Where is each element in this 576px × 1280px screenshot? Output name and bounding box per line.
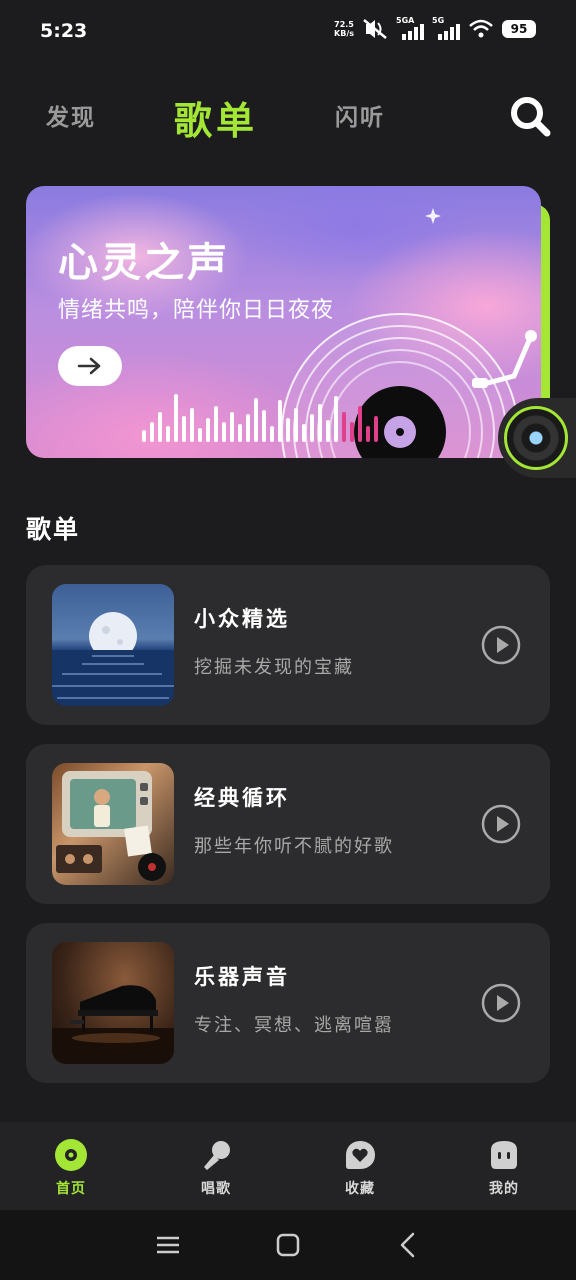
nav-item-home[interactable]: 首页 — [26, 1138, 116, 1198]
tab-discover[interactable]: 发现 — [46, 98, 96, 132]
playlist-description: 那些年你听不腻的好歌 — [194, 836, 394, 857]
banner-subtitle: 情绪共鸣，陪伴你日日夜夜 — [58, 298, 335, 323]
home-icon[interactable] — [273, 1230, 303, 1260]
playlist-description: 挖掘未发现的宝藏 — [194, 657, 354, 678]
nav-item-profile[interactable]: 我的 — [459, 1138, 549, 1198]
nav-label: 首页 — [56, 1181, 86, 1197]
playlist-cover-moon — [52, 584, 174, 706]
play-icon[interactable] — [480, 982, 522, 1024]
back-icon[interactable] — [393, 1230, 423, 1260]
signal-5ga-icon: 5GA — [396, 16, 424, 40]
play-icon[interactable] — [480, 803, 522, 845]
playlist-description: 专注、冥想、逃离喧嚣 — [194, 1015, 394, 1036]
disc-icon — [55, 1139, 87, 1171]
playlist-card-instruments[interactable]: 乐器声音 专注、冥想、逃离喧嚣 — [26, 923, 550, 1083]
playlist-cover-retro-tv — [52, 763, 174, 885]
status-icons: 72.5 KB/s 5GA 5G 95 — [334, 16, 536, 40]
battery-indicator: 95 — [502, 20, 536, 38]
playlist-cover-piano — [52, 942, 174, 1064]
bottom-nav: 首页 唱歌 收藏 我的 — [0, 1122, 576, 1210]
playlist-card-classic[interactable]: 经典循环 那些年你听不腻的好歌 — [26, 744, 550, 904]
recent-apps-icon[interactable] — [153, 1230, 183, 1260]
network-speed: 72.5 KB/s — [334, 20, 354, 38]
system-nav-bar — [0, 1210, 576, 1280]
playlist-card-niche[interactable]: 小众精选 挖掘未发现的宝藏 — [26, 565, 550, 725]
signal-5g-icon: 5G — [432, 16, 460, 40]
play-icon[interactable] — [480, 624, 522, 666]
nav-label: 我的 — [489, 1181, 519, 1197]
banner-title: 心灵之声 — [58, 240, 230, 286]
section-title: 歌单 — [26, 515, 81, 544]
nav-label: 唱歌 — [201, 1181, 231, 1197]
playlist-title: 乐器声音 — [194, 965, 290, 989]
nav-item-sing[interactable]: 唱歌 — [171, 1138, 261, 1198]
nav-item-favorites[interactable]: 收藏 — [315, 1138, 405, 1198]
banner-go-button[interactable] — [58, 346, 122, 386]
heart-icon — [346, 1141, 375, 1169]
nav-label: 收藏 — [345, 1181, 375, 1197]
playlist-title: 经典循环 — [194, 786, 290, 810]
mini-player-disc[interactable] — [498, 398, 576, 478]
top-nav: 发现 歌单 闪听 — [0, 86, 576, 146]
status-time: 5:23 — [40, 20, 88, 42]
mute-icon — [363, 19, 387, 39]
profile-icon — [491, 1141, 517, 1169]
search-icon[interactable] — [508, 94, 552, 138]
tab-flash-listen[interactable]: 闪听 — [335, 98, 385, 132]
arrow-right-icon — [77, 357, 101, 375]
vinyl-disc-icon — [504, 406, 568, 470]
microphone-icon — [204, 1141, 230, 1170]
status-bar: 5:23 72.5 KB/s 5GA 5G 95 — [0, 0, 576, 64]
banner-card[interactable]: 心灵之声 情绪共鸣，陪伴你日日夜夜 — [26, 186, 541, 458]
tab-playlist[interactable]: 歌单 — [174, 90, 258, 145]
wifi-icon — [469, 19, 493, 38]
featured-banner[interactable]: 心灵之声 情绪共鸣，陪伴你日日夜夜 — [26, 186, 550, 458]
playlist-title: 小众精选 — [194, 607, 290, 631]
